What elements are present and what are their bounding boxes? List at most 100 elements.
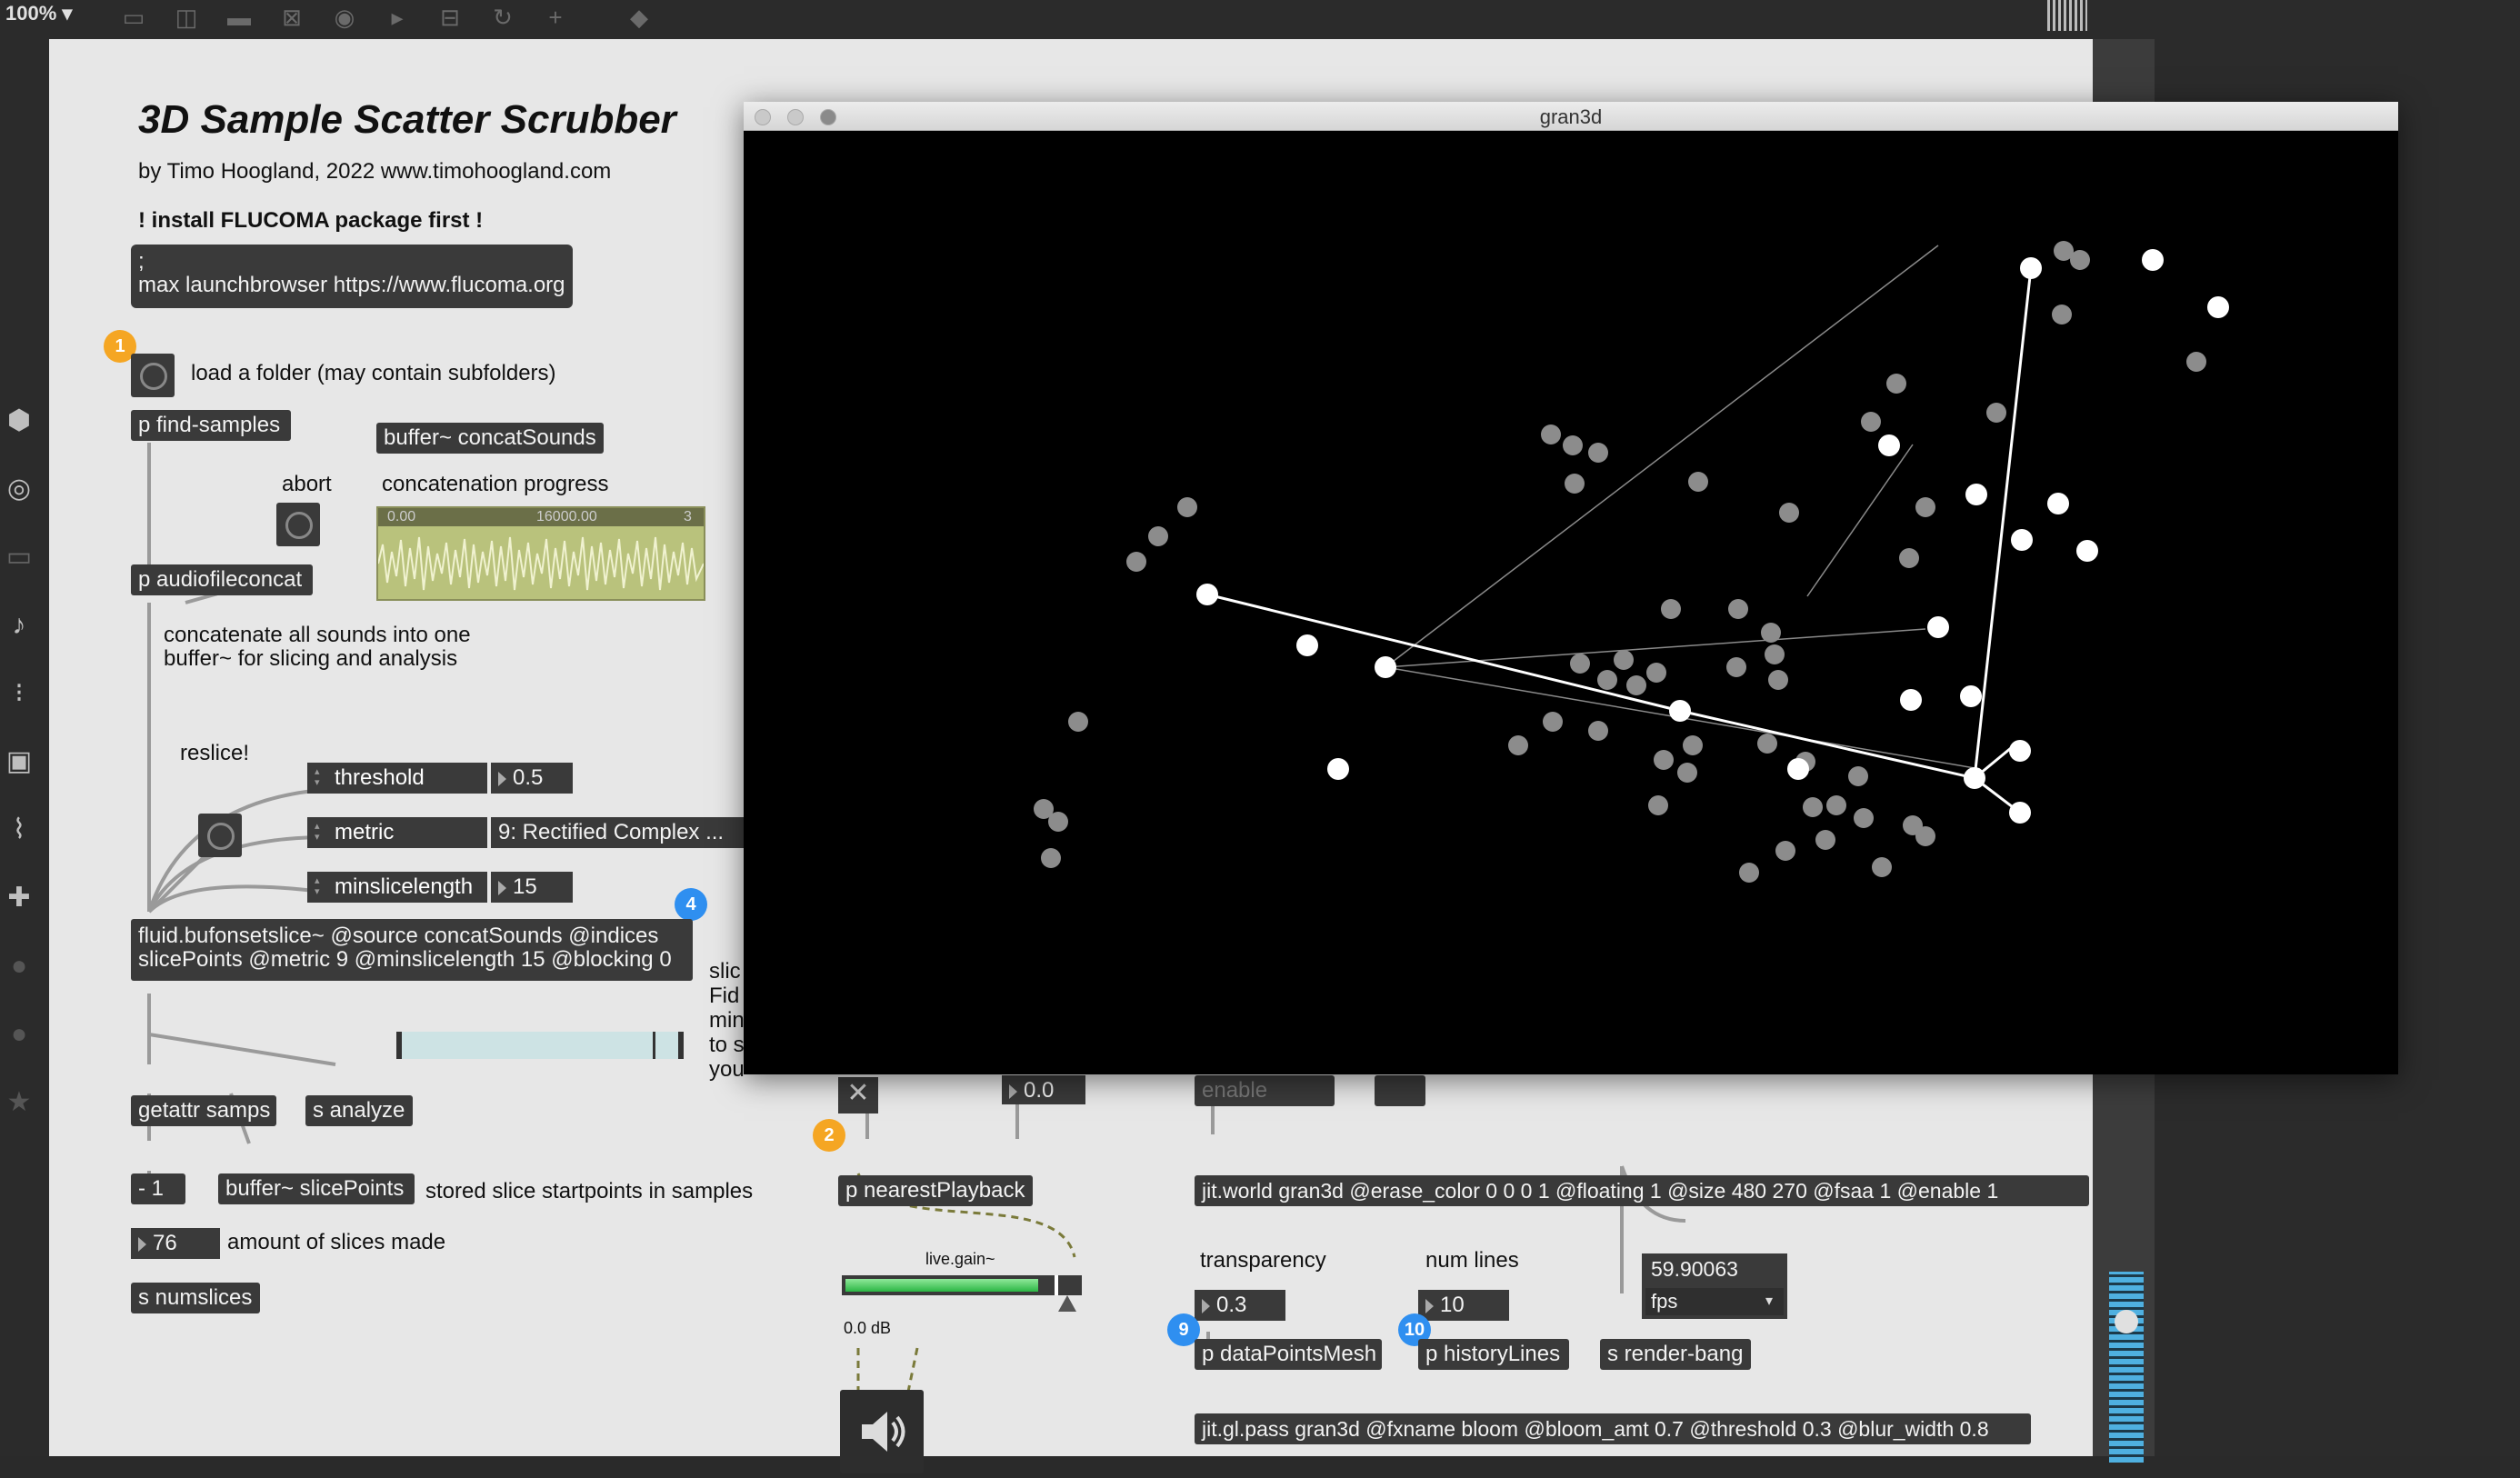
volume-knob[interactable]: [2115, 1310, 2138, 1333]
star-icon[interactable]: ★: [0, 1084, 38, 1121]
live-gain-slider[interactable]: [842, 1275, 1082, 1295]
scatter-render-view[interactable]: [744, 131, 2398, 1074]
hidden-comment-line: Fid: [709, 984, 740, 1008]
camera-icon[interactable]: ◉: [329, 4, 360, 31]
progress-marker: [653, 1032, 655, 1059]
history-lines-object[interactable]: p historyLines: [1418, 1339, 1569, 1370]
waveform-ruler: 0.00 16000.00 3: [378, 508, 704, 526]
s-numslices-object[interactable]: s numslices: [131, 1283, 260, 1313]
grid-icon[interactable]: ⊠: [276, 4, 307, 31]
render-bang-object[interactable]: s render-bang: [1600, 1339, 1751, 1370]
zoom-menu[interactable]: 100% ▾: [5, 2, 72, 25]
launch-line-1: ;: [138, 249, 145, 274]
toggle-x-icon[interactable]: ✕: [838, 1077, 878, 1113]
author-credit: by Timo Hoogland, 2022 www.timohoogland.…: [138, 159, 612, 184]
bufonsetslice-object[interactable]: fluid.bufonsetslice~ @source concatSound…: [131, 919, 693, 981]
gain-meter-fill: [845, 1279, 1038, 1292]
minslicelength-attr[interactable]: minslicelength: [307, 872, 487, 903]
comment-icon[interactable]: ▬: [224, 4, 255, 31]
bufonsetslice-line-1: fluid.bufonsetslice~ @source concatSound…: [138, 924, 659, 948]
v-icon[interactable]: ●: [0, 948, 38, 984]
hidden-comment-line: you: [709, 1057, 745, 1082]
reslice-label: reslice!: [180, 741, 250, 765]
add-icon[interactable]: +: [540, 4, 571, 31]
target-icon[interactable]: ◎: [0, 471, 38, 507]
keyboard-grid-icon[interactable]: [2047, 0, 2087, 31]
gain-db-label: 0.0 dB: [844, 1319, 892, 1337]
lock-icon[interactable]: ▭: [118, 4, 149, 31]
fps-display[interactable]: 59.90063 fps ▾: [1642, 1253, 1787, 1319]
datapoints-mesh-object[interactable]: p dataPointsMesh: [1195, 1339, 1382, 1370]
collapse-icon[interactable]: ⊟: [435, 4, 465, 31]
music-note-icon[interactable]: ♪: [0, 607, 38, 644]
paperclip-icon[interactable]: ⌇: [0, 812, 38, 848]
fps-unit-menu[interactable]: fps ▾: [1645, 1288, 1784, 1315]
slice-startpoints-comment: stored slice startpoints in samples: [425, 1179, 754, 1203]
speaker-button[interactable]: [840, 1390, 924, 1473]
abort-button[interactable]: [276, 503, 320, 546]
hidden-comment-line: min: [709, 1008, 745, 1033]
buffer-concatsounds-object[interactable]: buffer~ concatSounds: [376, 423, 604, 454]
play-icon[interactable]: ▸: [382, 4, 413, 31]
live-gain-label: live.gain~: [925, 1250, 995, 1268]
transparency-number[interactable]: 0.3: [1195, 1290, 1285, 1321]
jit-gl-pass-object[interactable]: jit.gl.pass gran3d @fxname bloom @bloom_…: [1195, 1413, 2031, 1444]
metric-menu[interactable]: 9: Rectified Complex ...: [491, 817, 744, 848]
left-sidebar: ⬢ ◎ ▭ ♪ ⁝ ▣ ⌇ ✚ ● ● ★: [0, 39, 49, 1456]
b-icon[interactable]: ●: [0, 1016, 38, 1053]
plugin-icon[interactable]: ✚: [0, 880, 38, 916]
sequence-icon[interactable]: ⁝: [0, 675, 38, 712]
progress-bar: [396, 1032, 684, 1059]
enable-toggle[interactable]: [1375, 1075, 1425, 1106]
slice-count-number[interactable]: 76: [131, 1228, 220, 1259]
audiofileconcat-object[interactable]: p audiofileconcat: [131, 564, 313, 595]
enable-attr[interactable]: enable: [1195, 1075, 1335, 1106]
paint-icon[interactable]: ◆: [624, 4, 655, 31]
s-analyze-object[interactable]: s analyze: [305, 1095, 413, 1126]
package-icon[interactable]: ⬢: [0, 403, 38, 439]
num-lines-label: num lines: [1425, 1248, 1519, 1273]
step-badge-2: 2: [813, 1119, 845, 1152]
step-badge-4: 4: [675, 888, 707, 921]
find-samples-object[interactable]: p find-samples: [131, 410, 291, 441]
gain-pointer-icon: [1058, 1295, 1076, 1312]
window-title: gran3d: [1539, 105, 1603, 128]
reslice-button[interactable]: [198, 814, 242, 857]
gain-handle[interactable]: [1055, 1275, 1058, 1295]
refresh-icon[interactable]: ↻: [487, 4, 518, 31]
minslicelength-value[interactable]: 15: [491, 872, 573, 903]
minus-one-object[interactable]: - 1: [131, 1173, 185, 1204]
fps-value: 59.90063: [1651, 1257, 1738, 1281]
threshold-value[interactable]: 0.5: [491, 763, 573, 794]
launch-browser-message[interactable]: ; max launchbrowser https://www.flucoma.…: [131, 245, 573, 308]
bufonsetslice-line-2: slicePoints @metric 9 @minslicelength 15…: [138, 947, 672, 972]
hidden-comment-line: to s: [709, 1033, 745, 1057]
waveform-tick-1: 0.00: [387, 509, 416, 524]
hidden-number[interactable]: 0.0: [1002, 1075, 1085, 1104]
install-warning: ! install FLUCOMA package first !: [138, 208, 484, 233]
concat-progress-label: concatenation progress: [382, 472, 609, 496]
speaker-icon: [862, 1412, 905, 1452]
metric-attr[interactable]: metric: [307, 817, 487, 848]
level-meter: [2109, 1272, 2144, 1463]
slices-made-comment: amount of slices made: [227, 1230, 446, 1254]
gran3d-window[interactable]: gran3d: [744, 102, 2398, 1074]
nearest-playback-object[interactable]: p nearestPlayback: [838, 1175, 1033, 1206]
num-lines-number[interactable]: 10: [1418, 1290, 1509, 1321]
waveform-display[interactable]: 0.00 16000.00 3: [376, 506, 705, 601]
waveform-tick-2: 16000.00: [536, 509, 597, 524]
load-folder-button[interactable]: [131, 354, 175, 397]
buffer-slicepoints-object[interactable]: buffer~ slicePoints: [218, 1173, 415, 1204]
window-titlebar[interactable]: gran3d: [744, 102, 2398, 131]
getattr-samps-object[interactable]: getattr samps: [131, 1095, 276, 1126]
hidden-comment-line: slic: [709, 959, 741, 984]
presentation-icon[interactable]: ◫: [171, 4, 202, 31]
load-folder-label: load a folder (may contain subfolders): [191, 361, 556, 385]
image-icon[interactable]: ▣: [0, 744, 38, 780]
launch-line-2: max launchbrowser https://www.flucoma.or…: [138, 273, 565, 297]
jit-world-object[interactable]: jit.world gran3d @erase_color 0 0 0 1 @f…: [1195, 1175, 2089, 1206]
fps-unit-label: fps: [1651, 1290, 1678, 1313]
waveform-tick-3: 3: [684, 509, 692, 524]
threshold-attr[interactable]: threshold: [307, 763, 487, 794]
film-icon[interactable]: ▭: [0, 539, 38, 575]
